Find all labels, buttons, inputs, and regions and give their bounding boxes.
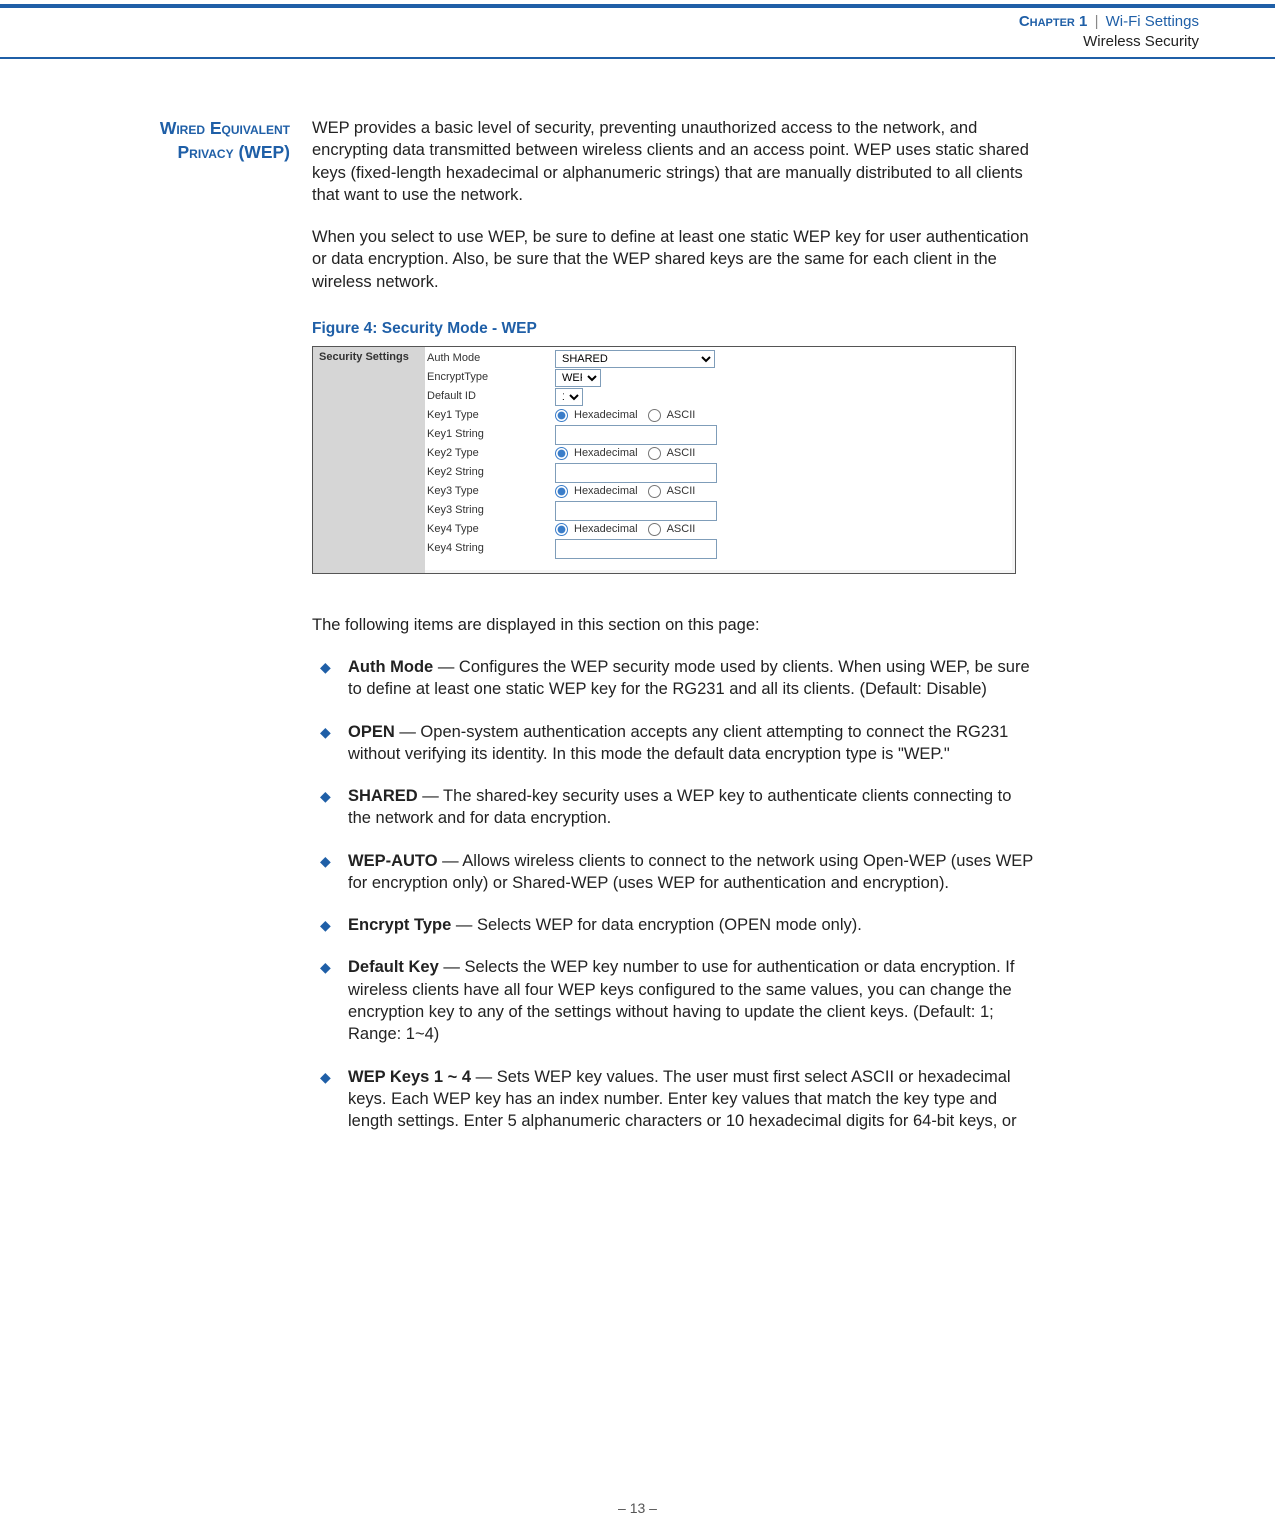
header-subsection: Wireless Security [0,32,1199,52]
key3-type-hex-text: Hexadecimal [574,484,638,499]
key2-type-label: Key2 Type [425,446,555,461]
list-item: Encrypt Type — Selects WEP for data encr… [312,914,1035,956]
term: WEP Keys 1 ~ 4 [348,1068,471,1086]
key2-type-ascii-text: ASCII [667,446,696,461]
figure-caption: Figure 4: Security Mode - WEP [312,319,1035,340]
default-id-label: Default ID [425,389,555,404]
key1-type-ascii-radio[interactable] [648,409,661,422]
default-id-select[interactable]: 1 [555,388,583,406]
term: Auth Mode [348,658,433,676]
key4-type-ascii-radio[interactable] [648,523,661,536]
encrypt-type-label: EncryptType [425,370,555,385]
auth-mode-select[interactable]: SHARED [555,350,715,368]
key2-type-hex-text: Hexadecimal [574,446,638,461]
header-line-1: Chapter 1 | Wi-Fi Settings [0,12,1199,32]
term: WEP-AUTO [348,852,438,870]
key4-type-hex-radio[interactable] [555,523,568,536]
key3-type-label: Key3 Type [425,484,555,499]
desc: — Selects the WEP key number to use for … [348,958,1014,1043]
definition-list: Auth Mode — Configures the WEP security … [312,656,1035,1152]
screenshot-sidebar: Security Settings [313,347,425,573]
list-item: Default Key — Selects the WEP key number… [312,956,1035,1065]
page-number: – 13 – [0,1499,1275,1518]
key4-type-ascii-text: ASCII [667,522,696,537]
list-item: WEP Keys 1 ~ 4 — Sets WEP key values. Th… [312,1066,1035,1153]
header-pipe: | [1095,13,1099,30]
term: Default Key [348,958,439,976]
list-item: OPEN — Open-system authentication accept… [312,721,1035,786]
key1-string-input[interactable] [555,425,717,445]
key2-type-hex-radio[interactable] [555,447,568,460]
margin-heading: Wired Equivalent Privacy (WEP) [145,117,290,313]
term: Encrypt Type [348,916,451,934]
security-settings-screenshot: Security Settings Auth Mode SHARED Enc [312,346,1016,574]
desc: — Selects WEP for data encryption (OPEN … [451,916,862,934]
encrypt-type-select[interactable]: WEP [555,369,601,387]
term: OPEN [348,723,395,741]
key1-string-label: Key1 String [425,427,555,442]
key2-string-label: Key2 String [425,465,555,480]
key3-type-hex-radio[interactable] [555,485,568,498]
key3-type-ascii-radio[interactable] [648,485,661,498]
key2-type-ascii-radio[interactable] [648,447,661,460]
desc: — Configures the WEP security mode used … [348,658,1030,698]
key3-type-ascii-text: ASCII [667,484,696,499]
key1-type-hex-radio[interactable] [555,409,568,422]
screenshot-form: Auth Mode SHARED EncryptType [425,347,1015,573]
paragraph-2: When you select to use WEP, be sure to d… [312,226,1035,293]
key3-string-input[interactable] [555,501,717,521]
key4-type-hex-text: Hexadecimal [574,522,638,537]
paragraph-1: WEP provides a basic level of security, … [312,117,1035,206]
key3-string-label: Key3 String [425,503,555,518]
list-item: Auth Mode — Configures the WEP security … [312,656,1035,721]
desc: — The shared-key security uses a WEP key… [348,787,1011,827]
key1-type-hex-text: Hexadecimal [574,408,638,423]
key1-type-ascii-text: ASCII [667,408,696,423]
list-item: WEP-AUTO — Allows wireless clients to co… [312,850,1035,915]
key4-string-label: Key4 String [425,541,555,556]
chapter-label: Chapter 1 [1019,13,1088,30]
auth-mode-label: Auth Mode [425,351,555,366]
desc: — Allows wireless clients to connect to … [348,852,1033,892]
key4-type-label: Key4 Type [425,522,555,537]
key4-string-input[interactable] [555,539,717,559]
list-item: SHARED — The shared-key security uses a … [312,785,1035,850]
paragraph-3: The following items are displayed in thi… [312,614,1035,636]
key1-type-label: Key1 Type [425,408,555,423]
desc: — Open-system authentication accepts any… [348,723,1008,763]
page-header: Chapter 1 | Wi-Fi Settings Wireless Secu… [0,4,1275,59]
term: SHARED [348,787,418,805]
header-section: Wi-Fi Settings [1106,13,1199,30]
key2-string-input[interactable] [555,463,717,483]
